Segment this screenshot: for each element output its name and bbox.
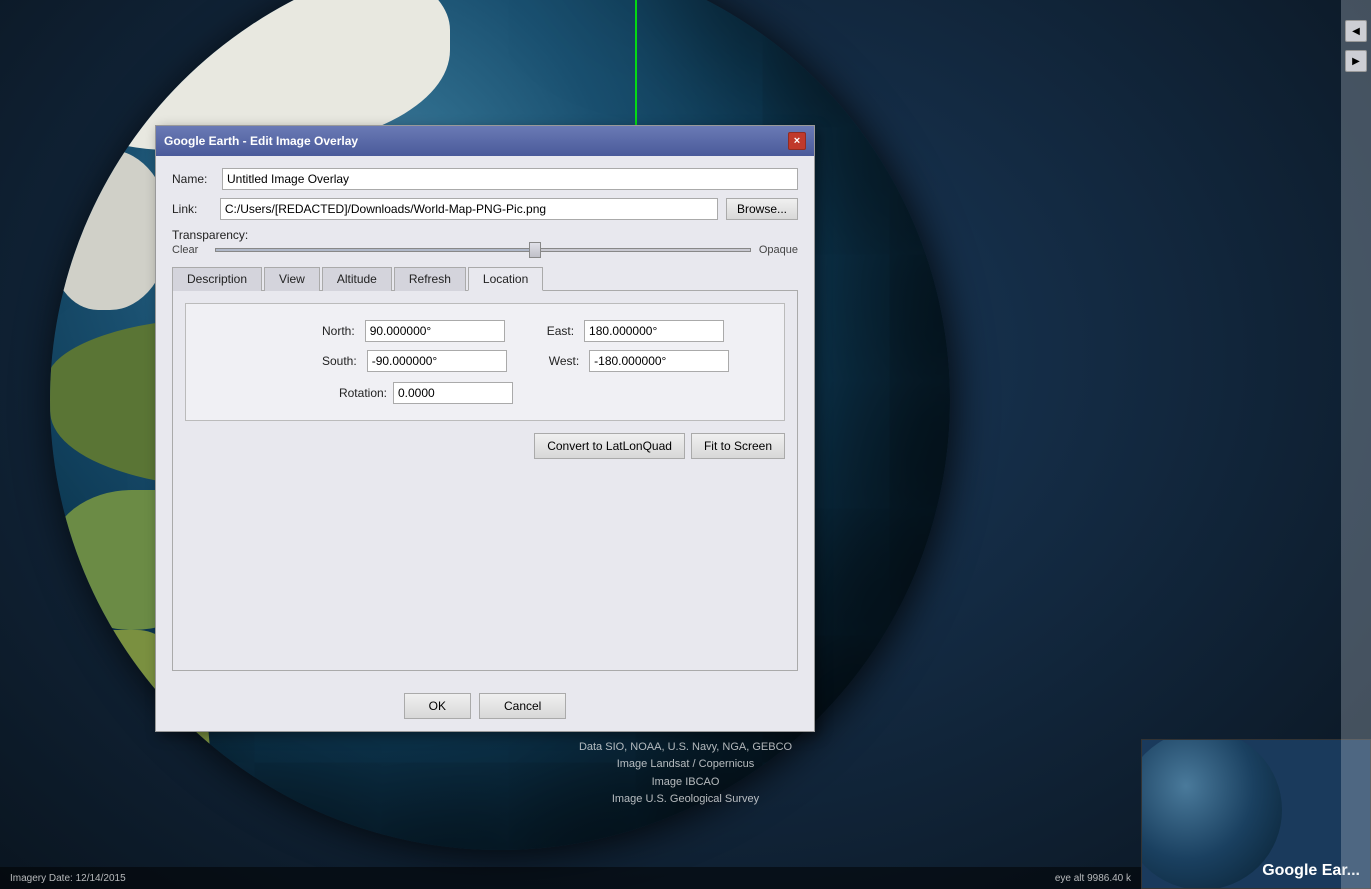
transparency-row: Transparency: Clear Opaque [172,228,798,256]
dialog-close-button[interactable]: × [788,132,806,150]
tab-altitude[interactable]: Altitude [322,267,392,291]
clear-label: Clear [172,244,207,256]
link-input[interactable] [220,198,718,220]
edit-image-overlay-dialog: Google Earth - Edit Image Overlay × Name… [155,125,815,732]
dialog-overlay: Google Earth - Edit Image Overlay × Name… [0,0,1371,889]
dialog-body: Name: Link: Browse... Transparency: Clea… [156,156,814,683]
name-row: Name: [172,168,798,190]
south-input[interactable] [367,350,507,372]
opaque-label: Opaque [759,244,798,256]
north-input[interactable] [365,320,505,342]
dialog-footer: OK Cancel [156,683,814,731]
south-west-row: South: West: [206,350,764,372]
tab-content-location: North: East: South: West: [172,291,798,671]
fit-to-screen-button[interactable]: Fit to Screen [691,433,785,459]
south-label: South: [322,354,361,368]
link-row: Link: Browse... [172,198,798,220]
east-label: East: [547,324,578,338]
transparency-slider[interactable] [215,248,751,252]
name-label: Name: [172,172,222,186]
rotation-input[interactable] [393,382,513,404]
north-label: North: [322,324,359,338]
browse-button[interactable]: Browse... [726,198,798,220]
dialog-title: Google Earth - Edit Image Overlay [164,134,358,148]
ok-button[interactable]: OK [404,693,471,719]
link-label: Link: [172,202,220,216]
transparency-labels: Transparency: [172,228,798,242]
tab-bottom-buttons: Convert to LatLonQuad Fit to Screen [185,433,785,459]
convert-to-latlonquad-button[interactable]: Convert to LatLonQuad [534,433,685,459]
slider-row: Clear Opaque [172,244,798,256]
location-box: North: East: South: West: [185,303,785,421]
west-input[interactable] [589,350,729,372]
tab-refresh[interactable]: Refresh [394,267,466,291]
tab-view[interactable]: View [264,267,320,291]
tabs-container: Description View Altitude Refresh Locati… [172,266,798,291]
cancel-button[interactable]: Cancel [479,693,566,719]
west-label: West: [549,354,583,368]
dialog-titlebar[interactable]: Google Earth - Edit Image Overlay × [156,126,814,156]
rotation-label: Rotation: [322,386,387,400]
tab-description[interactable]: Description [172,267,262,291]
tab-location[interactable]: Location [468,267,543,291]
name-input[interactable] [222,168,798,190]
rotation-row: Rotation: [206,382,764,404]
transparency-label: Transparency: [172,228,248,242]
north-east-row: North: East: [206,320,764,342]
east-input[interactable] [584,320,724,342]
